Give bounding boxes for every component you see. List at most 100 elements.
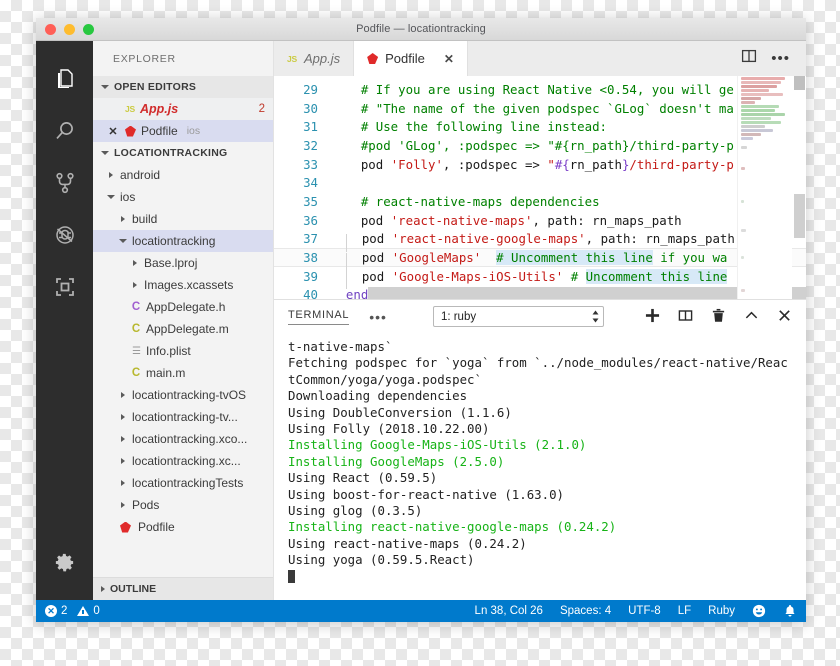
open-editor-folder: ios: [186, 125, 201, 137]
line-number: 37: [303, 231, 318, 247]
maximize-panel-icon[interactable]: [744, 308, 759, 326]
terminal-panel: TERMINAL ••• 1: ruby t-native-maps` Fetc…: [274, 299, 806, 600]
editor-actions: •••: [741, 41, 806, 76]
tree-item-locationtrackingtests[interactable]: locationtrackingTests: [93, 472, 273, 494]
code-line-32: 32 #pod 'GLog', :podspec => "#{rn_path}/…: [274, 136, 806, 155]
status-eol[interactable]: LF: [678, 605, 691, 617]
panel-actions: [645, 308, 792, 326]
split-terminal-icon[interactable]: [678, 308, 693, 326]
code-line-34: 34: [274, 173, 806, 192]
code-line-40: 40 end: [274, 286, 806, 299]
tree-item-locationtracking[interactable]: locationtracking: [93, 230, 273, 252]
tree-item-appdelegate-h[interactable]: C AppDelegate.h: [93, 296, 273, 318]
status-language-mode[interactable]: Ruby: [708, 605, 735, 617]
terminal-line: Downloading dependencies: [288, 388, 468, 404]
tree-item-images-xcassets[interactable]: Images.xcassets: [93, 274, 273, 296]
tree-item-main-m[interactable]: C main.m: [93, 362, 273, 384]
close-panel-icon[interactable]: [777, 308, 792, 326]
tab-podfile[interactable]: Podfile ✕: [354, 41, 468, 76]
code-line-29: 29 # If you are using React Native <0.54…: [274, 80, 806, 99]
tree-item-base-lproj[interactable]: Base.lproj: [93, 252, 273, 274]
tree-item-ios[interactable]: ios: [93, 186, 273, 208]
panel-header: TERMINAL ••• 1: ruby: [274, 300, 806, 333]
status-problems[interactable]: ✕ 2 0: [45, 605, 100, 617]
tree-item-info-plist[interactable]: ☰ Info.plist: [93, 340, 273, 362]
status-cursor-position[interactable]: Ln 38, Col 26: [475, 605, 543, 617]
code-line-31: 31 # Use the following line instead:: [274, 117, 806, 136]
tree-item-locationtracking-xcodeproj[interactable]: locationtracking.xco...: [93, 428, 273, 450]
editor-minimap[interactable]: [737, 76, 792, 299]
status-encoding[interactable]: UTF-8: [628, 605, 661, 617]
tree-item-label: locationtracking.xco...: [132, 432, 248, 446]
window-body: EXPLORER OPEN EDITORS JS App.js 2 ✕ Podf…: [36, 41, 806, 600]
gear-icon: [53, 551, 76, 574]
code-editor[interactable]: 29 # If you are using React Native <0.54…: [274, 76, 806, 299]
terminal-line: Installing react-native-google-maps (0.2…: [288, 519, 617, 535]
tree-item-pods[interactable]: Pods: [93, 494, 273, 516]
editor-vertical-scrollbar[interactable]: [792, 76, 806, 299]
open-editor-item-podfile[interactable]: ✕ Podfile ios: [93, 120, 273, 142]
activity-item-source-control[interactable]: [36, 157, 93, 209]
section-project-root[interactable]: LOCATIONTRACKING: [93, 142, 273, 164]
terminal-line: Installing Google-Maps-iOS-Utils (2.1.0): [288, 437, 587, 453]
tree-item-locationtracking-tv[interactable]: locationtracking-tv...: [93, 406, 273, 428]
title-bar: Podfile — locationtracking: [36, 18, 806, 41]
scrollbar-thumb-secondary[interactable]: [794, 194, 805, 238]
terminal-line: Using react-native-maps (0.24.2): [288, 535, 527, 551]
activity-item-search[interactable]: [36, 105, 93, 157]
tree-item-label: Images.xcassets: [144, 278, 234, 292]
line-number: 34: [303, 175, 318, 191]
activity-item-manage[interactable]: [36, 536, 93, 588]
status-indentation[interactable]: Spaces: 4: [560, 605, 611, 617]
tree-item-locationtracking-xcworkspace[interactable]: locationtracking.xc...: [93, 450, 273, 472]
section-outline-label: OUTLINE: [110, 583, 157, 595]
terminal-select-value: 1: ruby: [440, 310, 477, 323]
js-badge-icon: JS: [125, 104, 135, 114]
terminal-cursor-line: [288, 569, 806, 585]
warning-count: 0: [93, 605, 100, 617]
panel-more-icon[interactable]: •••: [369, 309, 387, 325]
c-source-icon: C: [131, 323, 141, 335]
terminal-select[interactable]: 1: ruby: [432, 306, 604, 327]
panel-tab-terminal[interactable]: TERMINAL: [288, 309, 350, 325]
add-terminal-icon[interactable]: [645, 308, 660, 326]
smiley-icon[interactable]: [752, 604, 766, 618]
terminal-line: Installing GoogleMaps (2.5.0): [288, 453, 505, 469]
source-control-icon: [53, 171, 77, 195]
more-actions-icon[interactable]: •••: [771, 51, 790, 66]
scrollbar-thumb[interactable]: [794, 76, 805, 90]
chevron-right-icon: [118, 480, 128, 486]
tree-item-locationtracking-tvos[interactable]: locationtracking-tvOS: [93, 384, 273, 406]
terminal-caret: [288, 569, 295, 583]
terminal-line: Using DoubleConversion (1.1.6): [288, 404, 512, 420]
tree-item-label: main.m: [146, 366, 186, 380]
terminal-line: Fetching podspec for `yoga` from `../nod…: [288, 355, 788, 371]
error-icon: ✕: [45, 605, 57, 617]
activity-item-extensions[interactable]: [36, 261, 93, 313]
sidebar-title: EXPLORER: [113, 52, 176, 65]
split-editor-icon[interactable]: [741, 48, 757, 69]
section-outline[interactable]: OUTLINE: [93, 577, 273, 600]
bell-icon[interactable]: [783, 604, 797, 618]
tree-item-label: Podfile: [138, 520, 175, 534]
section-open-editors[interactable]: OPEN EDITORS: [93, 76, 273, 98]
tree-item-android[interactable]: android: [93, 164, 273, 186]
tree-item-label: build: [132, 212, 158, 226]
chevron-right-icon: [130, 282, 140, 288]
activity-item-explorer[interactable]: [36, 53, 93, 105]
tree-item-appdelegate-m[interactable]: C AppDelegate.m: [93, 318, 273, 340]
tab-appjs[interactable]: JS App.js: [274, 41, 355, 76]
activity-item-debug[interactable]: [36, 209, 93, 261]
terminal-line: Using yoga (0.59.5.React): [288, 552, 475, 568]
close-icon[interactable]: ✕: [106, 125, 120, 138]
terminal-line: Using boost-for-react-native (1.63.0): [288, 486, 565, 502]
terminal-output[interactable]: t-native-maps` Fetching podspec for `yog…: [274, 333, 806, 600]
close-icon[interactable]: ✕: [444, 52, 454, 66]
kill-terminal-icon[interactable]: [711, 308, 726, 326]
open-editor-item-appjs[interactable]: JS App.js 2: [93, 98, 273, 120]
tree-item-label: locationtracking-tv...: [132, 410, 238, 424]
tree-item-label: Base.lproj: [144, 256, 198, 270]
tree-item-podfile[interactable]: Podfile: [93, 516, 273, 538]
tree-item-label: AppDelegate.m: [146, 322, 229, 336]
tree-item-build[interactable]: build: [93, 208, 273, 230]
